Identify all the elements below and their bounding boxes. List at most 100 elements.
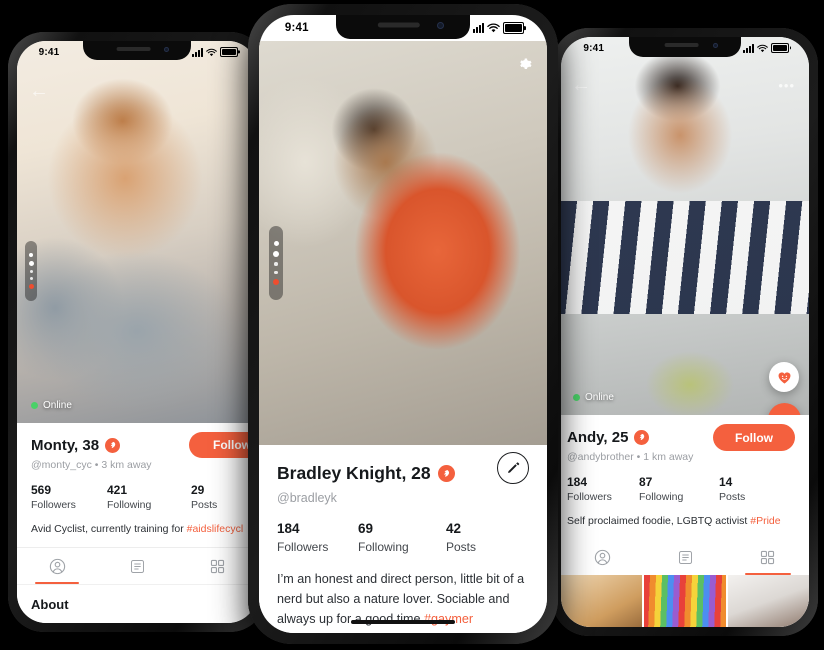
more-dots-icon[interactable]: •••	[778, 79, 795, 92]
home-indicator-bar[interactable]	[351, 620, 455, 624]
phone-mockup-scene: 9:41 ← Online Monty, 38 Follow @monty_cy…	[0, 0, 824, 650]
bio-text: I’m an honest and direct person, little …	[277, 572, 525, 626]
status-time: 9:41	[583, 42, 605, 54]
profile-photo-image	[17, 41, 257, 423]
online-label: Online	[585, 392, 614, 403]
earpiece-speaker	[664, 43, 699, 48]
person-circle-icon	[594, 549, 611, 565]
profile-card-right: Andy, 25 Follow @andybrother • 1 km away…	[561, 415, 809, 627]
tab-feed[interactable]	[644, 539, 727, 575]
profile-photo-left[interactable]: ← Online	[17, 41, 257, 423]
settings-button[interactable]	[516, 55, 533, 72]
stat-value: 87	[639, 475, 653, 489]
list-icon	[130, 559, 144, 573]
profile-photo-right[interactable]: ← ••• Online	[561, 37, 809, 415]
stat-following: 87 Following	[639, 475, 719, 503]
page-title: Andy, 25	[567, 429, 629, 446]
wifi-icon	[206, 48, 217, 56]
status-time: 9:41	[284, 22, 309, 34]
stat-label: Following	[107, 499, 152, 511]
profile-card-left: Monty, 38 Follow @monty_cyc • 3 km away …	[17, 423, 257, 623]
stat-following: 421 Following	[107, 483, 191, 511]
front-camera	[437, 22, 444, 29]
photo-thumb-2[interactable]	[644, 575, 726, 627]
bio-text: Self proclaimed foodie, LGBTQ activist	[567, 515, 751, 527]
tab-photos[interactable]	[726, 539, 809, 575]
profile-card-center: Bradley Knight, 28 @bradleyk 184 Followe…	[259, 445, 547, 633]
phone-screen-right: 9:41 ← ••• Online Andy, 25 Follow @andyb…	[561, 37, 809, 627]
stat-label: Posts	[719, 491, 746, 503]
stat-posts: 29 Posts	[191, 483, 217, 511]
front-camera	[164, 47, 169, 52]
wifi-icon	[487, 23, 500, 33]
stat-value: 569	[31, 483, 52, 497]
profile-photo-center[interactable]	[259, 41, 547, 445]
stat-value: 69	[358, 521, 374, 536]
active-tab-underline	[34, 581, 80, 584]
stats-row: 569 Followers 421 Following 29 Posts	[31, 483, 243, 511]
photo-grid	[561, 575, 809, 627]
online-dot-icon	[573, 394, 580, 401]
online-status-badge: Online	[573, 392, 614, 403]
front-camera	[713, 43, 718, 48]
stat-value: 29	[191, 483, 205, 497]
grid-icon	[761, 550, 775, 564]
stats-row: 184 Followers 87 Following 14 Posts	[567, 475, 795, 503]
tab-photos[interactable]	[177, 548, 257, 584]
profile-handle: @monty_cyc • 3 km away	[31, 459, 152, 471]
page-title: Monty, 38	[31, 437, 100, 454]
stat-label: Followers	[567, 491, 612, 503]
photo-carousel-indicator[interactable]	[25, 241, 37, 301]
edit-profile-button[interactable]	[497, 452, 529, 484]
profile-tabs-right	[561, 539, 809, 575]
back-arrow-icon[interactable]: ←	[571, 75, 591, 95]
stat-value: 184	[277, 521, 300, 536]
bio-hashtag[interactable]: #Pride	[750, 515, 780, 527]
verified-badge-icon	[437, 465, 455, 482]
status-time: 9:41	[38, 46, 60, 58]
phone-screen-left: 9:41 ← Online Monty, 38 Follow @monty_cy…	[17, 41, 257, 623]
follow-button[interactable]: Follow	[189, 432, 257, 458]
stat-label: Posts	[191, 499, 218, 511]
tab-about[interactable]	[17, 548, 97, 584]
bio-hashtag[interactable]: #aidslifecycle	[187, 523, 243, 535]
photo-thumb-1[interactable]	[561, 575, 643, 627]
photo-carousel-indicator[interactable]	[269, 226, 283, 300]
tab-feed[interactable]	[97, 548, 177, 584]
stat-value: 421	[107, 483, 128, 497]
battery-full-icon	[502, 22, 524, 34]
stat-label: Following	[639, 491, 684, 503]
section-title-about: About	[17, 584, 257, 623]
earpiece-speaker	[116, 46, 151, 51]
grid-icon	[210, 559, 224, 573]
stat-value: 14	[719, 475, 733, 489]
stat-label: Followers	[31, 499, 76, 511]
like-button[interactable]	[769, 362, 799, 392]
person-circle-icon	[49, 558, 65, 574]
page-title: Bradley Knight, 28	[277, 463, 431, 483]
back-arrow-icon[interactable]: ←	[29, 81, 49, 101]
tab-about[interactable]	[561, 539, 644, 575]
stat-followers: 569 Followers	[31, 483, 107, 511]
pencil-edit-icon	[508, 462, 520, 473]
cellular-bars-icon	[743, 43, 755, 53]
online-label: Online	[43, 400, 72, 411]
name-row: Bradley Knight, 28	[277, 463, 529, 484]
follow-button[interactable]: Follow	[713, 424, 795, 451]
verified-badge-icon	[634, 430, 650, 445]
bio-text: Avid Cyclist, currently training for	[31, 523, 187, 535]
stat-label: Following	[358, 540, 409, 554]
active-tab-underline	[744, 572, 791, 575]
battery-full-icon	[771, 43, 790, 53]
profile-photo-image	[259, 41, 547, 445]
notch-left	[83, 41, 191, 60]
profile-handle: @bradleyk	[277, 491, 337, 505]
phone-left: 9:41 ← Online Monty, 38 Follow @monty_cy…	[8, 32, 266, 632]
profile-bio: Self proclaimed foodie, LGBTQ activist #…	[567, 515, 795, 527]
stat-following: 69 Following	[358, 521, 446, 554]
stat-label: Followers	[277, 540, 329, 554]
stats-row: 184 Followers 69 Following 42 Posts	[277, 521, 529, 554]
photo-thumb-3[interactable]	[727, 575, 809, 627]
earpiece-speaker	[377, 22, 420, 28]
chat-bubble-icon	[778, 414, 791, 415]
